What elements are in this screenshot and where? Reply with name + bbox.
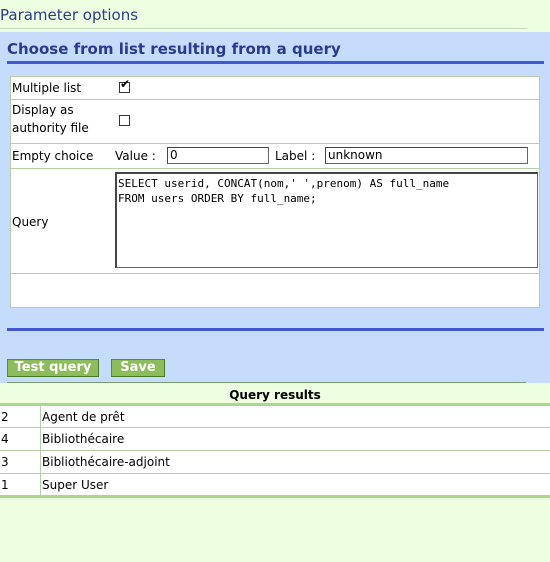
table-row: 3 Bibliothécaire-adjoint [0, 450, 550, 474]
result-id-cell: 1 [0, 473, 41, 498]
empty-choice-label: Empty choice [12, 149, 94, 163]
table-row: 4 Bibliothécaire [0, 427, 550, 451]
multiple-list-row: Multiple list ✔ [11, 77, 539, 100]
parameter-form: Multiple list ✔ Display as authority fil… [10, 76, 540, 308]
result-name-cell: Bibliothécaire [40, 427, 550, 451]
save-button[interactable]: Save [111, 359, 165, 377]
query-textarea[interactable]: SELECT userid, CONCAT(nom,' ',prenom) AS… [115, 172, 538, 268]
query-row: Query SELECT userid, CONCAT(nom,' ',pren… [11, 169, 539, 274]
query-label: Query [12, 215, 49, 229]
multiple-list-checkbox[interactable]: ✔ [119, 77, 131, 93]
result-id-cell: 3 [0, 450, 41, 474]
check-mark-icon: ✔ [120, 77, 131, 91]
query-options-panel: Choose from list resulting from a query … [0, 32, 550, 383]
empty-choice-row: Empty choice Value : 0 Label : unknown [11, 144, 539, 169]
empty-value-label: Value : [115, 149, 156, 163]
result-name-cell: Agent de prêt [40, 403, 550, 428]
authority-file-label-line2: authority file [12, 121, 89, 135]
multiple-list-label: Multiple list [12, 81, 82, 95]
table-row: 2 Agent de prêt [0, 403, 550, 428]
title-divider [0, 28, 527, 29]
results-divider [7, 382, 526, 383]
test-query-button[interactable]: Test query [7, 359, 99, 377]
panel-divider-top [7, 61, 544, 64]
empty-label-input[interactable]: unknown [325, 147, 528, 164]
results-table: 2 Agent de prêt 4 Bibliothécaire 3 Bibli… [0, 403, 550, 498]
authority-file-checkbox[interactable] [119, 115, 130, 126]
result-id-cell: 2 [0, 403, 41, 428]
empty-value-input[interactable]: 0 [167, 147, 269, 164]
empty-label-label: Label : [275, 149, 316, 163]
result-name-cell: Bibliothécaire-adjoint [40, 450, 550, 474]
page-title: Parameter options [0, 6, 139, 24]
authority-file-row: Display as authority file [11, 100, 539, 144]
panel-title: Choose from list resulting from a query [7, 40, 341, 58]
panel-divider-bottom [7, 328, 544, 331]
result-name-cell: Super User [40, 473, 550, 498]
results-title: Query results [229, 388, 321, 402]
result-id-cell: 4 [0, 427, 41, 451]
authority-file-label-line1: Display as [12, 103, 74, 117]
table-row: 1 Super User [0, 473, 550, 498]
